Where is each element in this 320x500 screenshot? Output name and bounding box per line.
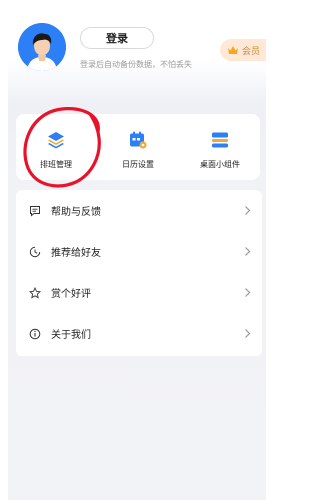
chevron-right-icon [245, 206, 251, 215]
profile-screen: 登录 登录后自动备份数据，不怕丢失 会员 排班管理 日历设置 桌面小组件 帮助与… [8, 0, 266, 500]
star-icon [29, 286, 41, 298]
calendar-settings-icon [130, 131, 147, 149]
menu-item-recommend-friend[interactable]: 推荐给好友 [16, 231, 262, 272]
menu-item-label: 帮助与反馈 [51, 207, 101, 218]
menu-item-rate-us[interactable]: 赏个好评 [16, 272, 262, 313]
vip-label: 会员 [242, 46, 261, 57]
info-icon [29, 328, 41, 339]
chevron-right-icon [245, 329, 251, 338]
menu-item-about-us[interactable]: 关于我们 [16, 313, 262, 354]
chevron-right-icon [245, 288, 251, 297]
login-button[interactable]: 登录 [80, 27, 154, 49]
login-hint-text: 登录后自动备份数据，不怕丢失 [80, 60, 192, 69]
layers-icon [48, 132, 64, 149]
tool-calendar-settings[interactable]: 日历设置 [98, 114, 178, 180]
recommend-icon [29, 246, 41, 257]
crown-icon [228, 46, 238, 54]
feedback-icon [30, 205, 40, 217]
tool-label: 排班管理 [40, 160, 72, 169]
menu-item-help-feedback[interactable]: 帮助与反馈 [16, 190, 262, 231]
tool-label: 日历设置 [122, 160, 154, 169]
vip-badge[interactable]: 会员 [220, 39, 266, 61]
tool-desktop-widget[interactable]: 桌面小组件 [180, 114, 260, 180]
menu-item-label: 赏个好评 [51, 289, 91, 300]
menu-item-label: 推荐给好友 [51, 248, 101, 259]
settings-menu: 帮助与反馈 推荐给好友 赏个好评 关于我们 [16, 190, 262, 356]
menu-item-label: 关于我们 [51, 330, 91, 341]
tool-shift-management[interactable]: 排班管理 [16, 114, 96, 180]
tool-label: 桌面小组件 [200, 160, 240, 169]
chevron-right-icon [245, 247, 251, 256]
login-button-label: 登录 [106, 32, 128, 45]
widget-icon [212, 132, 228, 148]
user-avatar-icon [18, 23, 66, 71]
tools-card: 排班管理 日历设置 桌面小组件 [16, 114, 260, 180]
avatar[interactable] [18, 23, 66, 71]
